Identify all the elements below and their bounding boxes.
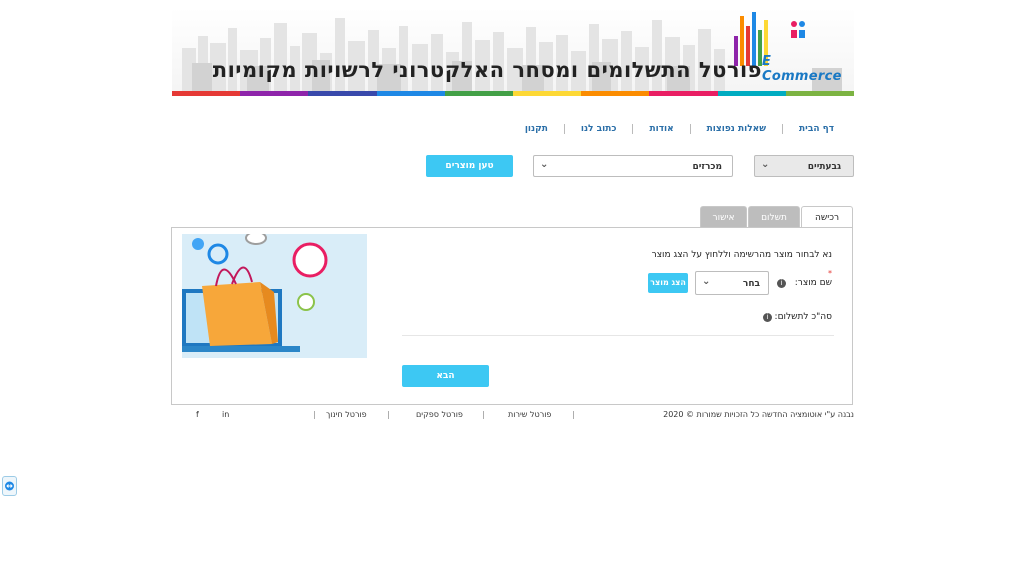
brand-logo-text: E Commerce: [762, 54, 842, 84]
info-icon[interactable]: i: [763, 313, 772, 322]
footer: נבנה ע"י אוטומציה החדשה כל הזכויות שמורו…: [180, 410, 854, 424]
color-strip-segment: [785, 91, 854, 96]
show-product-button[interactable]: הצג מוצר: [648, 273, 688, 293]
nav-terms[interactable]: תקנון: [509, 124, 564, 134]
info-icon[interactable]: i: [777, 279, 786, 288]
divider: [402, 335, 834, 336]
color-strip-segment: [240, 91, 309, 96]
footer-separator: |: [313, 410, 316, 419]
shopping-illustration: [182, 234, 367, 358]
color-strip: [172, 91, 854, 96]
nav-home[interactable]: דף הבית: [782, 124, 850, 134]
step-tabs: אישור תשלום רכישה: [700, 206, 853, 229]
color-strip-segment: [444, 91, 514, 96]
total-label: סה"כ לתשלום:: [774, 312, 832, 322]
tab-confirm[interactable]: אישור: [700, 206, 747, 228]
city-select[interactable]: גבעתיים ⌄: [754, 155, 854, 177]
city-select-value: גבעתיים: [807, 162, 841, 172]
category-select[interactable]: מכרזים ⌄: [533, 155, 733, 177]
footer-separator: |: [387, 410, 390, 419]
footer-separator: |: [482, 410, 485, 419]
tab-payment[interactable]: תשלום: [748, 206, 800, 228]
product-select-value: בחר: [742, 279, 760, 289]
color-strip-segment: [172, 91, 241, 96]
chevron-down-icon: ⌄: [761, 159, 770, 170]
color-strip-segment: [513, 91, 582, 96]
color-strip-segment: [581, 91, 650, 96]
load-products-button[interactable]: טען מוצרים: [426, 155, 513, 177]
portal-title: פורטל התשלומים ומסחר האלקטרוני לרשויות מ…: [212, 58, 762, 82]
nav-about[interactable]: אודות: [632, 124, 689, 134]
chevron-down-icon: ⌄: [540, 159, 549, 170]
nav-faq[interactable]: שאלות נפוצות: [689, 124, 782, 134]
category-select-value: מכרזים: [692, 162, 722, 172]
main-nav: דף הבית שאלות נפוצות אודות כתוב לנו תקנו…: [520, 121, 850, 137]
linkedin-icon[interactable]: in: [222, 410, 229, 419]
facebook-icon[interactable]: f: [196, 410, 199, 419]
footer-link-suppliers[interactable]: פורטל ספקים: [416, 410, 463, 419]
tab-purchase[interactable]: רכישה: [801, 206, 853, 229]
next-button[interactable]: הבא: [402, 365, 489, 387]
product-name-label: שם מוצר:: [794, 278, 832, 288]
footer-separator: |: [572, 410, 575, 419]
footer-link-education[interactable]: פורטל חינוך: [326, 410, 367, 419]
required-mark: *: [828, 269, 832, 278]
product-select[interactable]: בחר ⌄: [695, 271, 769, 295]
remote-support-icon[interactable]: [2, 476, 17, 496]
instruction-text: נא לבחור מוצר מהרשימה וללחוץ על הצג מוצר: [651, 250, 832, 260]
color-strip-segment: [308, 91, 377, 96]
chevron-down-icon: ⌄: [702, 276, 711, 287]
header-banner: E Commerce פורטל התשלומים ומסחר האלקטרונ…: [172, 8, 854, 96]
color-strip-segment: [649, 91, 718, 96]
footer-link-service[interactable]: פורטל שירות: [508, 410, 551, 419]
purchase-panel: נא לבחור מוצר מהרשימה וללחוץ על הצג מוצר…: [171, 227, 853, 405]
color-strip-segment: [717, 91, 786, 96]
color-strip-segment: [376, 91, 445, 96]
nav-contact[interactable]: כתוב לנו: [563, 124, 633, 134]
copyright-text: נבנה ע"י אוטומציה החדשה כל הזכויות שמורו…: [663, 410, 854, 419]
